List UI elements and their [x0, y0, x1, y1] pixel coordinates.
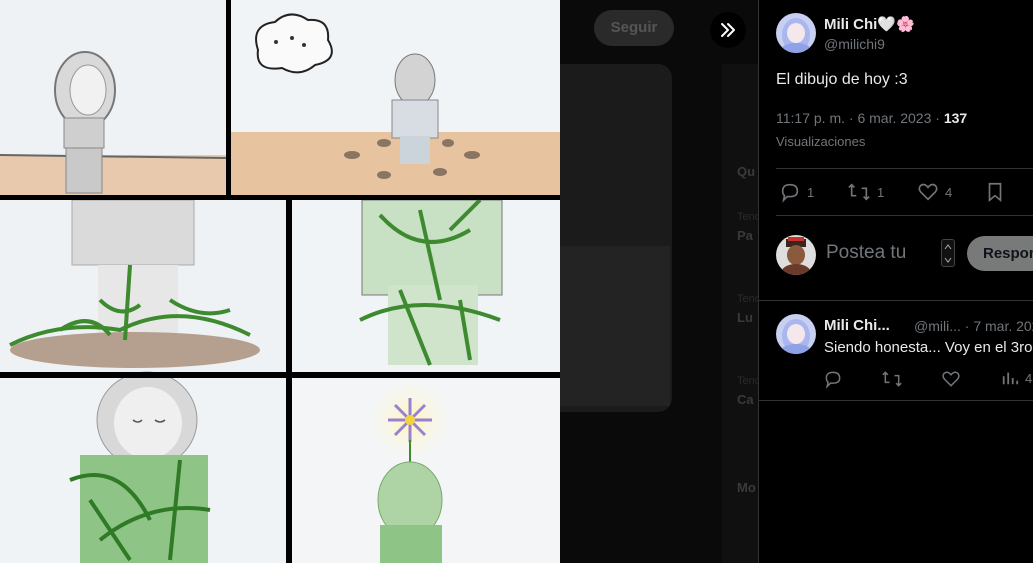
divider	[776, 215, 1033, 216]
trend-title: Lu	[737, 310, 753, 325]
view-count: 137	[943, 110, 968, 126]
reply-author-name[interactable]: Mili Chi...	[824, 317, 890, 334]
author-handle[interactable]: @milichi9	[824, 36, 885, 52]
heart-icon	[942, 371, 960, 387]
tweet-timestamp[interactable]: 11:17 p. m. · 6 mar. 2023 · 137	[776, 110, 967, 126]
reply-reply-action[interactable]	[823, 369, 843, 389]
reply-count: 1	[807, 184, 815, 200]
reply-retweet-action[interactable]	[881, 369, 903, 389]
heart-icon	[918, 183, 938, 201]
reply-action[interactable]: 1	[779, 181, 814, 203]
views-chart-icon	[1002, 372, 1019, 385]
retweet-count: 1	[877, 184, 885, 200]
reply-icon	[781, 183, 799, 203]
reply-input[interactable]: Postea tu	[826, 242, 906, 264]
reply-date[interactable]: · 7 mar. 2023	[965, 318, 1033, 334]
chevron-up-icon	[944, 243, 952, 249]
divider	[759, 300, 1033, 301]
trend-title: Qu	[737, 164, 756, 179]
scroll-stepper[interactable]	[941, 239, 955, 267]
collapse-panel-button[interactable]	[710, 12, 746, 48]
retweet-icon	[882, 371, 902, 387]
views-label: Visualizaciones	[776, 134, 866, 149]
comic-drawing	[0, 0, 560, 563]
avatar-image	[776, 13, 816, 53]
author-name[interactable]: Mili Chi🤍🌸	[824, 15, 915, 33]
reply-views-count: 48	[1025, 370, 1033, 386]
reply-text: Siendo honesta... Voy en el 3ro	[824, 339, 1033, 356]
reply-button[interactable]: Responder	[967, 236, 1033, 271]
tweet-time[interactable]: 11:17 p. m. · 6 mar. 2023 ·	[776, 110, 944, 126]
reply-like-action[interactable]	[941, 369, 961, 389]
follow-button[interactable]: Seguir	[594, 10, 674, 46]
tweet-detail-panel: Mili Chi🤍🌸 @milichi9 El dibujo de hoy :3…	[758, 0, 1033, 563]
background-card-image	[560, 246, 670, 406]
reply-icon	[825, 371, 841, 389]
reply-handle[interactable]: @mili...	[914, 318, 961, 334]
bookmark-action[interactable]	[985, 181, 1005, 203]
retweet-action[interactable]: 1	[847, 181, 884, 203]
reply-author-handle[interactable]: @mili... · 7 mar. 2023	[914, 318, 1033, 334]
tweet-media-image[interactable]	[0, 0, 560, 563]
trend-title: Pa	[737, 228, 753, 243]
tweet-text: El dibujo de hoy :3	[776, 71, 908, 88]
author-avatar[interactable]	[776, 13, 816, 53]
reply-author-avatar[interactable]	[776, 314, 816, 354]
avatar-image	[776, 235, 816, 275]
current-user-avatar[interactable]	[776, 235, 816, 275]
divider	[776, 168, 1033, 169]
like-action[interactable]: 4	[917, 181, 952, 203]
chevron-down-icon	[944, 257, 952, 263]
bookmark-icon	[988, 182, 1002, 203]
double-chevron-right-icon	[721, 23, 735, 37]
retweet-icon	[848, 183, 870, 201]
avatar-image	[776, 314, 816, 354]
trend-title: Ca	[737, 392, 754, 407]
reply-views-action[interactable]: 48	[1001, 369, 1033, 387]
divider	[759, 400, 1033, 401]
like-count: 4	[945, 184, 953, 200]
trend-title: Mo	[737, 480, 756, 495]
